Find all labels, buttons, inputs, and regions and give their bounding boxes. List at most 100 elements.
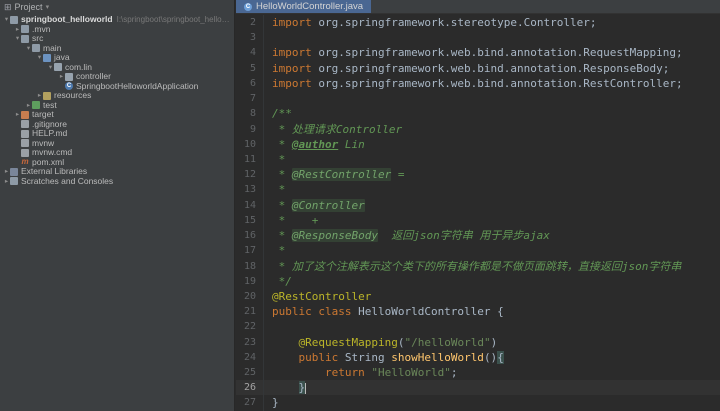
code-line-19[interactable]: 19 */ (236, 274, 720, 289)
project-tool-window: ⊞ Project ▾ ▾springboot_helloworldI:\spr… (0, 0, 235, 411)
code-line-26[interactable]: 26 } (236, 380, 720, 395)
code-line-9[interactable]: 9 * 处理请求Controller (236, 122, 720, 137)
tab-helloworldcontroller-java[interactable]: C HelloWorldController.java (236, 0, 371, 13)
line-number[interactable]: 7 (236, 91, 264, 106)
tree-item-main[interactable]: ▾main (0, 44, 234, 54)
line-number[interactable]: 9 (236, 122, 264, 137)
tree-item-label: pom.xml (32, 158, 64, 168)
code-line-22[interactable]: 22 (236, 319, 720, 334)
chevron-right-icon[interactable]: ▸ (58, 72, 65, 82)
code-text: * @ResponseBody 返回json字符串 用于异步ajax (264, 228, 550, 243)
line-number[interactable]: 12 (236, 167, 264, 182)
line-number[interactable]: 6 (236, 76, 264, 91)
line-number[interactable]: 19 (236, 274, 264, 289)
code-line-15[interactable]: 15 * + (236, 213, 720, 228)
tree-item-scratches-and-consoles[interactable]: ▸Scratches and Consoles (0, 177, 234, 187)
code-line-25[interactable]: 25 return "HelloWorld"; (236, 365, 720, 380)
code-line-14[interactable]: 14 * @Controller (236, 198, 720, 213)
tree-item-pom-xml[interactable]: mpom.xml (0, 158, 234, 168)
tree-item--gitignore[interactable]: .gitignore (0, 120, 234, 130)
code-line-7[interactable]: 7 (236, 91, 720, 106)
code-line-21[interactable]: 21public class HelloWorldController { (236, 304, 720, 319)
code-line-27[interactable]: 27} (236, 395, 720, 410)
tree-item-springboot-helloworld[interactable]: ▾springboot_helloworldI:\springboot\spri… (0, 15, 234, 25)
code-text: } (264, 395, 279, 410)
chevron-down-icon[interactable]: ▾ (3, 15, 10, 25)
chevron-right-icon[interactable]: ▸ (36, 91, 43, 101)
line-number[interactable]: 5 (236, 61, 264, 76)
chevron-right-icon[interactable]: ▸ (3, 177, 10, 187)
tree-item-com-lin[interactable]: ▾com.lin (0, 63, 234, 73)
java-class-icon: C (244, 3, 252, 11)
line-number[interactable]: 25 (236, 365, 264, 380)
line-number[interactable]: 23 (236, 335, 264, 350)
code-text (264, 91, 272, 106)
chevron-right-icon[interactable]: ▸ (14, 110, 21, 120)
libraries-icon (10, 168, 18, 176)
line-number[interactable]: 18 (236, 259, 264, 274)
tree-item--mvn[interactable]: ▸ .mvn (0, 25, 234, 35)
line-number[interactable]: 14 (236, 198, 264, 213)
line-number[interactable]: 8 (236, 106, 264, 121)
code-text: * @RestController = (264, 167, 404, 182)
line-number[interactable]: 27 (236, 395, 264, 410)
chevron-down-icon[interactable]: ▾ (14, 34, 21, 44)
code-line-16[interactable]: 16 * @ResponseBody 返回json字符串 用于异步ajax (236, 228, 720, 243)
tree-item-src[interactable]: ▾src (0, 34, 234, 44)
line-number[interactable]: 11 (236, 152, 264, 167)
code-line-12[interactable]: 12 * @RestController = (236, 167, 720, 182)
code-line-8[interactable]: 8/** (236, 106, 720, 121)
tree-item-test[interactable]: ▸ test (0, 101, 234, 111)
tree-item-label: test (43, 101, 57, 111)
line-number[interactable]: 16 (236, 228, 264, 243)
chevron-right-icon[interactable]: ▸ (14, 25, 21, 35)
chevron-down-icon[interactable]: ▾ (25, 44, 32, 54)
line-number[interactable]: 15 (236, 213, 264, 228)
code-line-18[interactable]: 18 * 加了这个注解表示这个类下的所有操作都是不做页面跳转，直接返回json字… (236, 259, 720, 274)
code-text: * 处理请求Controller (264, 122, 402, 137)
line-number[interactable]: 13 (236, 182, 264, 197)
chevron-down-icon[interactable]: ▾ (47, 63, 54, 73)
line-number[interactable]: 3 (236, 30, 264, 45)
code-line-10[interactable]: 10 * @author Lin (236, 137, 720, 152)
editor-area: C HelloWorldController.java 2import org.… (236, 0, 720, 411)
line-number[interactable]: 10 (236, 137, 264, 152)
line-number[interactable]: 24 (236, 350, 264, 365)
tree-item-external-libraries[interactable]: ▸External Libraries (0, 167, 234, 177)
tree-item-mvnw-cmd[interactable]: mvnw.cmd (0, 148, 234, 158)
code-text: @RequestMapping("/helloWorld") (264, 335, 497, 350)
line-number[interactable]: 2 (236, 15, 264, 30)
code-line-17[interactable]: 17 * (236, 243, 720, 258)
code-line-20[interactable]: 20@RestController (236, 289, 720, 304)
code-line-11[interactable]: 11 * (236, 152, 720, 167)
chevron-down-icon[interactable]: ▾ (46, 3, 50, 11)
folder-excluded-icon (21, 111, 29, 119)
tree-item-controller[interactable]: ▸controller (0, 72, 234, 82)
tree-item-springboothelloworldapplication[interactable]: CSpringbootHelloworldApplication (0, 82, 234, 92)
tree-item-mvnw[interactable]: mvnw (0, 139, 234, 149)
line-number[interactable]: 22 (236, 319, 264, 334)
chevron-right-icon[interactable]: ▸ (3, 167, 10, 177)
tree-item-help-md[interactable]: HELP.md (0, 129, 234, 139)
code-line-4[interactable]: 4import org.springframework.web.bind.ann… (236, 45, 720, 60)
code-line-13[interactable]: 13 * (236, 182, 720, 197)
tree-item-label: .mvn (32, 25, 50, 35)
code-line-24[interactable]: 24 public String showHelloWorld(){ (236, 350, 720, 365)
tree-item-java[interactable]: ▾java (0, 53, 234, 63)
code-editor[interactable]: 2import org.springframework.stereotype.C… (236, 15, 720, 411)
code-line-23[interactable]: 23 @RequestMapping("/helloWorld") (236, 335, 720, 350)
line-number[interactable]: 20 (236, 289, 264, 304)
code-line-3[interactable]: 3 (236, 30, 720, 45)
chevron-right-icon[interactable]: ▸ (25, 101, 32, 111)
tree-item-target[interactable]: ▸target (0, 110, 234, 120)
code-line-5[interactable]: 5import org.springframework.web.bind.ann… (236, 61, 720, 76)
line-number[interactable]: 26 (236, 380, 264, 395)
chevron-down-icon[interactable]: ▾ (36, 53, 43, 63)
tree-item-resources[interactable]: ▸resources (0, 91, 234, 101)
code-line-6[interactable]: 6import org.springframework.web.bind.ann… (236, 76, 720, 91)
line-number[interactable]: 17 (236, 243, 264, 258)
line-number[interactable]: 21 (236, 304, 264, 319)
line-number[interactable]: 4 (236, 45, 264, 60)
code-line-2[interactable]: 2import org.springframework.stereotype.C… (236, 15, 720, 30)
project-panel-header[interactable]: ⊞ Project ▾ (0, 0, 234, 14)
